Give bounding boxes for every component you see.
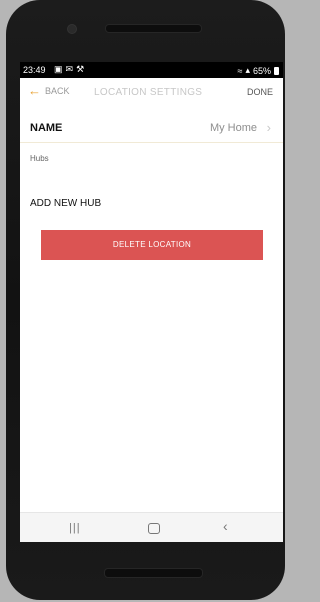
- status-notification-icons: ▣ ✉ ⚒: [54, 64, 84, 75]
- bottom-speaker: [104, 568, 203, 578]
- app-screen: 23:49 ▣ ✉ ⚒ ≈ ▴ 65% ← BACK LOCATION SETT…: [20, 62, 283, 542]
- add-new-hub-button[interactable]: ADD NEW HUB: [30, 198, 101, 209]
- battery-icon: [274, 66, 279, 75]
- recents-icon[interactable]: |||: [69, 522, 81, 534]
- done-button[interactable]: DONE: [247, 87, 273, 97]
- name-label: NAME: [30, 122, 63, 134]
- status-bar: 23:49 ▣ ✉ ⚒ ≈ ▴ 65%: [20, 62, 283, 78]
- page-title: LOCATION SETTINGS: [94, 87, 203, 98]
- system-navigation-bar: ||| ‹: [20, 512, 283, 542]
- name-value: My Home: [209, 122, 257, 134]
- earpiece: [105, 24, 202, 33]
- home-icon[interactable]: [148, 523, 160, 534]
- signal-icon: ▴: [245, 65, 250, 75]
- arrow-left-icon: ←: [28, 83, 41, 98]
- wrench-icon: ⚒: [76, 64, 85, 74]
- image-icon: ▣: [54, 64, 63, 74]
- top-navigation: ← BACK LOCATION SETTINGS DONE: [20, 78, 283, 108]
- mail-icon: ✉: [65, 64, 74, 74]
- status-time: 23:49: [23, 65, 46, 75]
- camera-icon: [67, 24, 77, 34]
- back-label: BACK: [45, 86, 70, 96]
- status-system-icons: ≈ ▴ 65%: [237, 65, 279, 76]
- back-icon[interactable]: ‹: [223, 518, 228, 534]
- name-row[interactable]: NAME My Home ›: [20, 114, 283, 143]
- chevron-right-icon: ›: [266, 120, 271, 135]
- wifi-icon: ≈: [237, 65, 243, 76]
- hubs-section-label: Hubs: [30, 154, 49, 163]
- battery-level: 65%: [252, 65, 271, 76]
- delete-location-button[interactable]: DELETE LOCATION: [41, 230, 263, 260]
- back-button[interactable]: ← BACK: [28, 83, 70, 98]
